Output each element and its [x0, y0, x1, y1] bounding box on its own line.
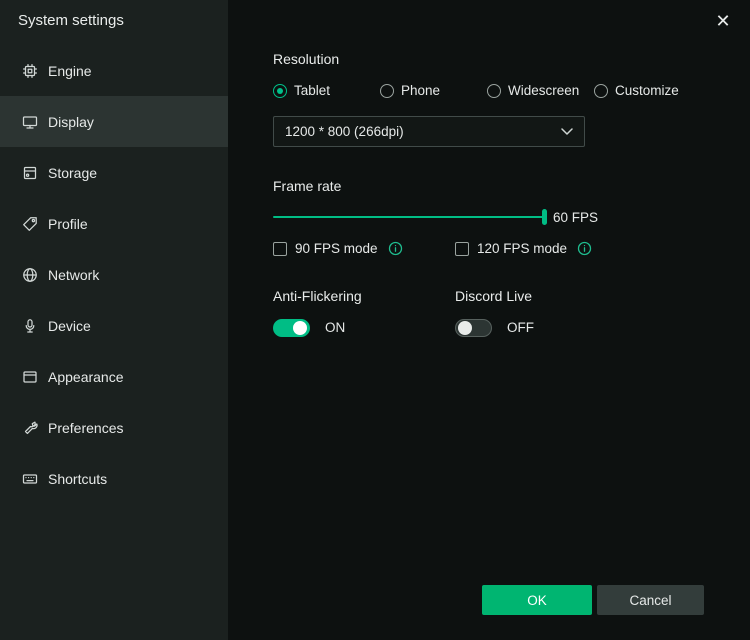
resolution-dropdown-value: 1200 * 800 (266dpi): [285, 124, 404, 139]
slider-track: [273, 216, 545, 218]
wrench-icon: [21, 419, 39, 437]
radio-label: Widescreen: [508, 83, 579, 98]
checkbox-label: 90 FPS mode: [295, 241, 378, 256]
sidebar-item-preferences[interactable]: Preferences: [0, 402, 228, 453]
storage-icon: [21, 164, 39, 182]
frame-rate-value: 60 FPS: [553, 210, 598, 225]
fps90-checkbox-group[interactable]: 90 FPS mode: [273, 241, 403, 256]
sidebar-item-device[interactable]: Device: [0, 300, 228, 351]
sidebar: System settings Engine Display Storage: [0, 0, 228, 640]
radio-label: Phone: [401, 83, 440, 98]
sidebar-item-label: Preferences: [48, 420, 123, 436]
sidebar-item-profile[interactable]: Profile: [0, 198, 228, 249]
resolution-title: Resolution: [273, 51, 339, 67]
sidebar-item-storage[interactable]: Storage: [0, 147, 228, 198]
anti-flickering-state: ON: [325, 320, 345, 335]
slider-handle[interactable]: [542, 209, 547, 225]
window-title: System settings: [18, 12, 124, 29]
sidebar-item-display[interactable]: Display: [0, 96, 228, 147]
display-icon: [21, 113, 39, 131]
radio-tablet[interactable]: Tablet: [273, 83, 330, 98]
radio-icon: [487, 84, 501, 98]
toggle-knob: [293, 321, 307, 335]
sidebar-nav: Engine Display Storage Profile: [0, 45, 228, 504]
cancel-button[interactable]: Cancel: [597, 585, 704, 615]
radio-label: Customize: [615, 83, 679, 98]
anti-flickering-toggle[interactable]: [273, 319, 310, 337]
ok-button[interactable]: OK: [482, 585, 592, 615]
radio-widescreen[interactable]: Widescreen: [487, 83, 579, 98]
sidebar-item-label: Engine: [48, 63, 92, 79]
checkbox-icon[interactable]: [273, 242, 287, 256]
sidebar-item-label: Appearance: [48, 369, 124, 385]
microphone-icon: [21, 317, 39, 335]
close-icon[interactable]: ✕: [710, 8, 736, 34]
keyboard-icon: [21, 470, 39, 488]
radio-icon: [594, 84, 608, 98]
frame-rate-slider[interactable]: [273, 209, 545, 225]
anti-flickering-title: Anti-Flickering: [273, 288, 362, 304]
sidebar-item-shortcuts[interactable]: Shortcuts: [0, 453, 228, 504]
sidebar-item-label: Network: [48, 267, 99, 283]
fps120-checkbox-group[interactable]: 120 FPS mode: [455, 241, 592, 256]
sidebar-item-engine[interactable]: Engine: [0, 45, 228, 96]
checkbox-label: 120 FPS mode: [477, 241, 567, 256]
tag-icon: [21, 215, 39, 233]
engine-icon: [21, 62, 39, 80]
chevron-down-icon: [561, 123, 573, 141]
globe-icon: [21, 266, 39, 284]
info-icon[interactable]: [388, 241, 403, 256]
resolution-dropdown[interactable]: 1200 * 800 (266dpi): [273, 116, 585, 147]
sidebar-item-label: Shortcuts: [48, 471, 107, 487]
radio-label: Tablet: [294, 83, 330, 98]
discord-live-state: OFF: [507, 320, 534, 335]
info-icon[interactable]: [577, 241, 592, 256]
radio-icon: [273, 84, 287, 98]
radio-customize[interactable]: Customize: [594, 83, 679, 98]
sidebar-item-label: Device: [48, 318, 91, 334]
frame-rate-title: Frame rate: [273, 178, 341, 194]
system-settings-window: System settings Engine Display Storage: [0, 0, 750, 640]
radio-icon: [380, 84, 394, 98]
discord-live-toggle[interactable]: [455, 319, 492, 337]
checkbox-icon[interactable]: [455, 242, 469, 256]
sidebar-item-label: Storage: [48, 165, 97, 181]
sidebar-item-label: Profile: [48, 216, 88, 232]
window-frame-icon: [21, 368, 39, 386]
sidebar-item-label: Display: [48, 114, 94, 130]
discord-live-title: Discord Live: [455, 288, 532, 304]
sidebar-item-network[interactable]: Network: [0, 249, 228, 300]
sidebar-item-appearance[interactable]: Appearance: [0, 351, 228, 402]
radio-phone[interactable]: Phone: [380, 83, 440, 98]
toggle-knob: [458, 321, 472, 335]
